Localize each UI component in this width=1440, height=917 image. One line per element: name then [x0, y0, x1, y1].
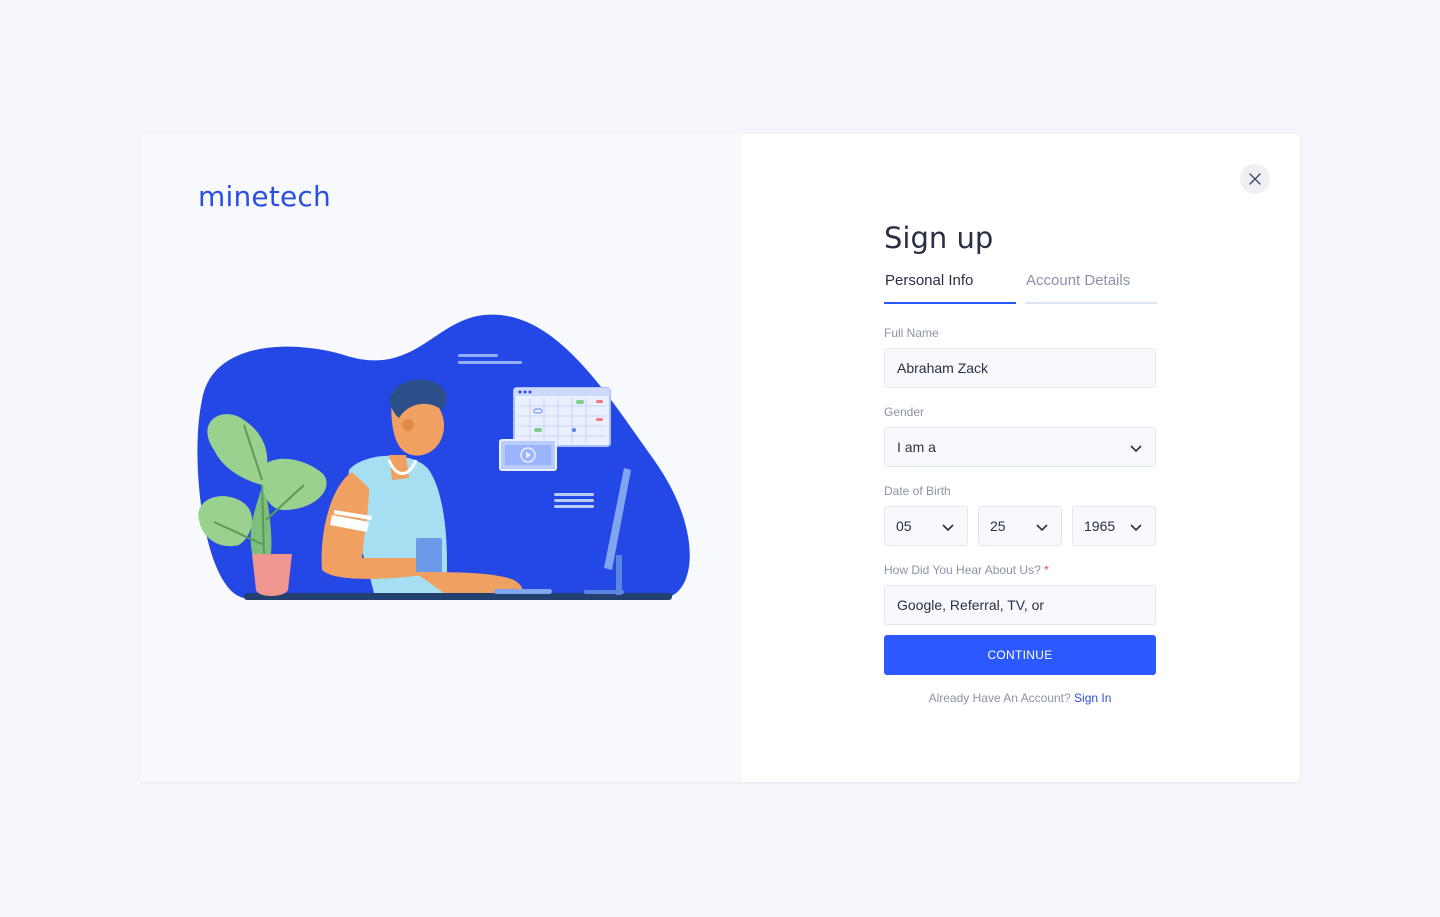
brand-logo: minetech [198, 180, 331, 213]
sign-in-link[interactable]: Sign In [1074, 691, 1111, 705]
continue-button[interactable]: CONTINUE [884, 635, 1156, 675]
dob-group: 05 25 1965 [884, 506, 1156, 546]
close-icon [1249, 173, 1261, 185]
required-mark: * [1044, 563, 1049, 577]
full-name-label: Full Name [884, 326, 939, 340]
page-title: Sign up [884, 221, 994, 255]
dob-month-value: 05 [896, 518, 912, 534]
referral-value: Google, Referral, TV, or [897, 597, 1045, 613]
gender-label: Gender [884, 405, 925, 419]
signin-prompt: Already Have An Account? Sign In [884, 691, 1156, 705]
tab-bar: Personal Info Account Details [884, 272, 1157, 306]
referral-label: How Did You Hear About Us? * [884, 563, 1156, 578]
chevron-down-icon [942, 524, 954, 532]
signin-prompt-text: Already Have An Account? [928, 691, 1071, 705]
dob-month-select[interactable]: 05 [884, 506, 968, 546]
person-at-computer-illustration [197, 314, 690, 600]
referral-label-text: How Did You Hear About Us? [884, 563, 1041, 577]
dob-day-value: 25 [990, 518, 1006, 534]
dob-day-select[interactable]: 25 [978, 506, 1062, 546]
chevron-down-icon [1130, 524, 1142, 532]
gender-select[interactable]: I am a [884, 427, 1156, 467]
tab-personal-info[interactable]: Personal Info [884, 272, 1016, 304]
gender-value: I am a [897, 439, 936, 455]
full-name-input[interactable]: Abraham Zack [884, 348, 1156, 388]
tab-account-details[interactable]: Account Details [1025, 272, 1157, 304]
close-button[interactable] [1240, 164, 1270, 194]
signup-form: Sign up Personal Info Account Details Fu… [884, 214, 1157, 705]
chevron-down-icon [1036, 524, 1048, 532]
dob-label: Date of Birth [884, 484, 951, 498]
signup-card: minetech Sign up Personal Info Account D… [140, 134, 1300, 782]
illustration-pane: minetech [140, 134, 742, 782]
dob-year-select[interactable]: 1965 [1072, 506, 1156, 546]
referral-input[interactable]: Google, Referral, TV, or [884, 585, 1156, 625]
chevron-down-icon [1130, 445, 1142, 453]
dob-year-value: 1965 [1084, 518, 1116, 534]
full-name-value: Abraham Zack [897, 360, 989, 376]
